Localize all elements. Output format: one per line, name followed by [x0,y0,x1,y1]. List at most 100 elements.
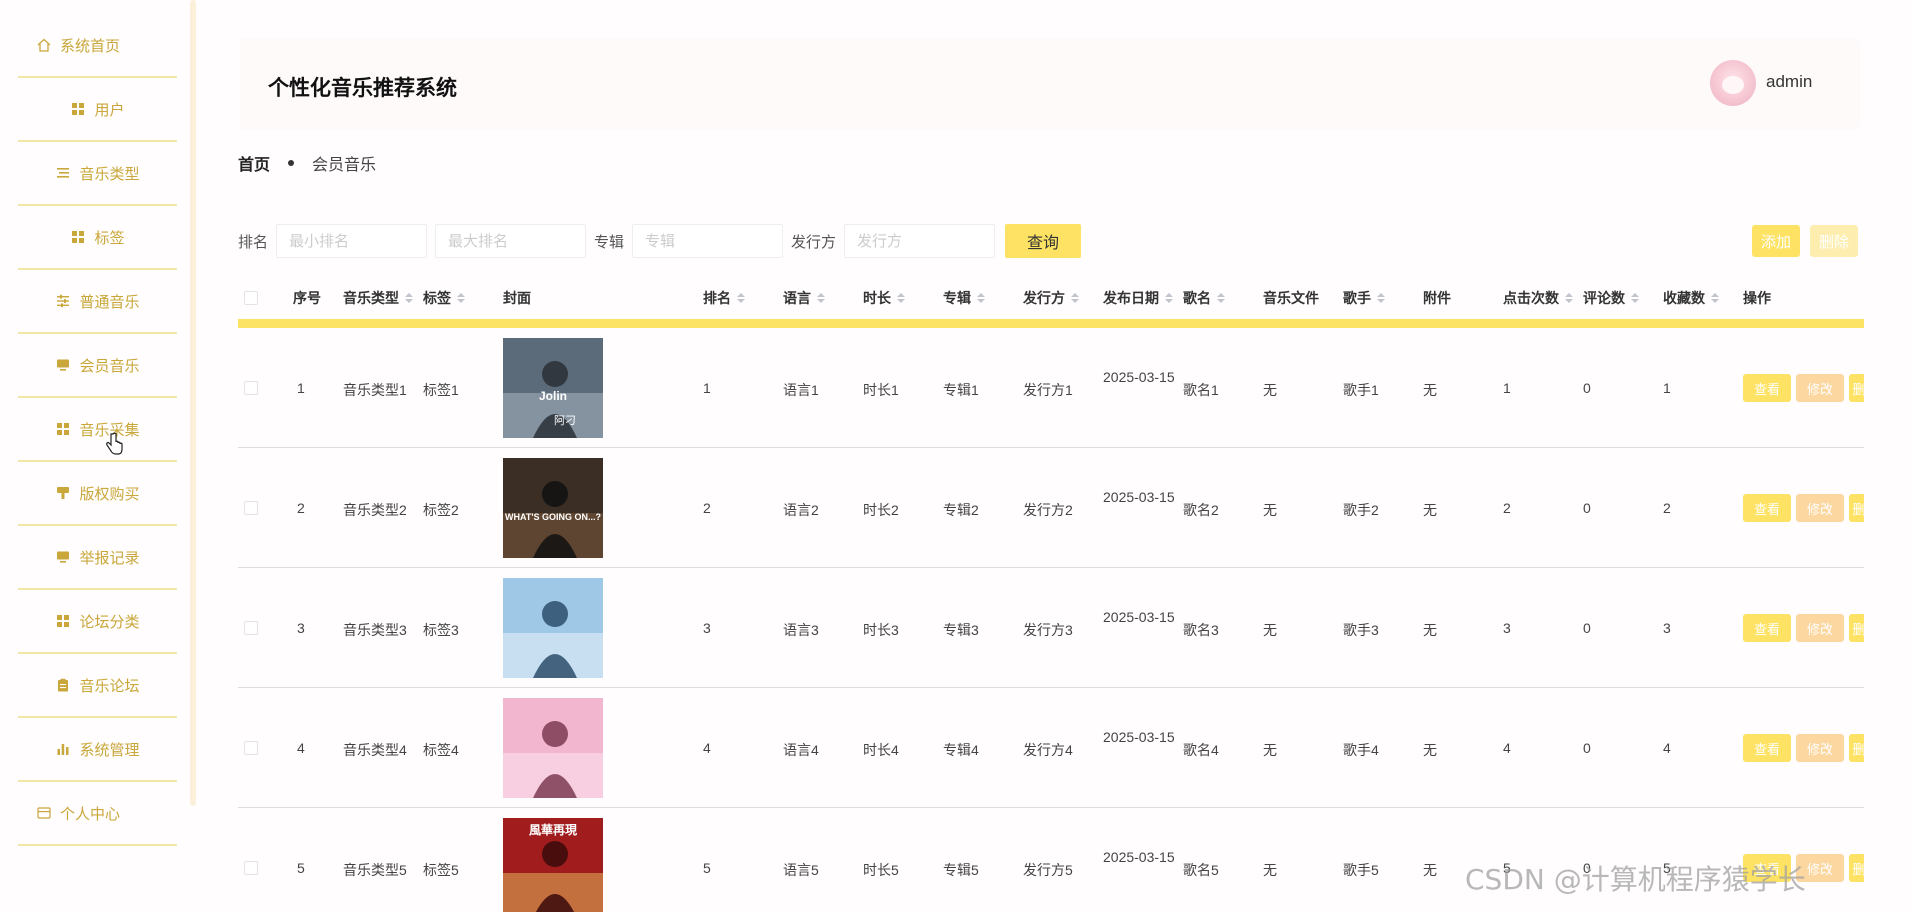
user-name[interactable]: admin [1766,72,1812,92]
cell-duration: 时长3 [863,622,899,638]
edit-button[interactable]: 修改 [1796,374,1844,402]
view-button[interactable]: 查看 [1743,374,1791,402]
sidebar-scrollbar[interactable] [190,0,196,806]
watermark: CSDN @计算机程序猿学长 [1465,863,1806,896]
view-button[interactable]: 查看 [1743,734,1791,762]
rank-label: 排名 [238,233,269,251]
sort-icon[interactable] [457,293,465,303]
cell-rank: 1 [703,380,711,396]
edit-button[interactable]: 修改 [1796,494,1844,522]
album-cover[interactable]: Jolin 阿刁 [503,338,603,438]
delete-row-button[interactable]: 删 [1849,734,1864,762]
header-singer[interactable]: 歌手 [1343,280,1385,316]
header-song[interactable]: 歌名 [1183,280,1225,316]
select-all-checkbox[interactable] [244,291,258,305]
album-cover[interactable]: WHAT'S GOING ON...? [503,458,603,558]
sort-icon[interactable] [977,293,985,303]
sidebar-item-4[interactable]: 普通音乐 [18,270,177,334]
sidebar-item-6[interactable]: 音乐采集 [18,398,177,462]
cell-favorites: 1 [1663,380,1671,396]
sidebar-item-2[interactable]: 音乐类型 [18,142,177,206]
sort-icon[interactable] [1565,293,1573,303]
row-checkbox[interactable] [244,861,258,875]
sidebar-item-12[interactable]: 个人中心 [18,782,177,846]
sort-icon[interactable] [1711,293,1719,303]
header-tag[interactable]: 标签 [423,280,465,316]
cell-index: 3 [297,620,305,636]
edit-button[interactable]: 修改 [1796,734,1844,762]
sort-icon[interactable] [737,293,745,303]
header-language[interactable]: 语言 [783,280,825,316]
row-checkbox[interactable] [244,741,258,755]
top-header: 个性化音乐推荐系统 admin [240,38,1860,130]
view-button[interactable]: 查看 [1743,494,1791,522]
delete-row-button[interactable]: 删 [1849,494,1864,522]
publisher-input[interactable] [844,224,996,258]
view-button[interactable]: 查看 [1743,614,1791,642]
header-label: 发行方 [1023,290,1065,306]
sidebar-item-9[interactable]: 论坛分类 [18,590,177,654]
delete-button[interactable]: 删除 [1810,225,1858,257]
header-favorites[interactable]: 收藏数 [1663,280,1719,316]
avatar[interactable] [1710,60,1756,106]
cell-attachment: 无 [1423,502,1437,518]
table-row: 3 音乐类型3 标签3 3 语言3 时长3 专辑3 发行方3 2025-03-15 歌名3 无 歌手3… [238,568,1864,688]
breadcrumb-home[interactable]: 首页 [238,151,270,175]
delete-row-button[interactable]: 删 [1849,854,1864,882]
header-check[interactable] [244,280,258,316]
cell-album: 专辑4 [943,742,979,758]
cell-language: 语言2 [783,502,819,518]
delete-row-button[interactable]: 删 [1849,614,1864,642]
sidebar-item-3[interactable]: 标签 [18,206,177,270]
album-cover[interactable]: 風華再現 [503,818,603,912]
delete-row-button[interactable]: 删 [1849,374,1864,402]
sidebar-item-0[interactable]: 系统首页 [18,14,177,78]
album-input[interactable] [632,224,784,258]
sidebar-item-8[interactable]: 举报记录 [18,526,177,590]
cell-favorites: 3 [1663,620,1671,636]
header-clicks[interactable]: 点击次数 [1503,280,1573,316]
sidebar-item-5[interactable]: 会员音乐 [18,334,177,398]
album-cover[interactable] [503,698,603,798]
sort-icon[interactable] [1165,293,1173,303]
monitor-icon [55,357,71,373]
header-comments[interactable]: 评论数 [1583,280,1639,316]
cell-index: 4 [297,740,305,756]
sort-icon[interactable] [1631,293,1639,303]
header-duration[interactable]: 时长 [863,280,905,316]
sort-icon[interactable] [1071,293,1079,303]
query-button[interactable]: 查询 [1005,224,1082,258]
grid-icon [55,613,71,629]
monitor-icon [55,549,71,565]
add-button[interactable]: 添加 [1752,225,1800,257]
sidebar-item-11[interactable]: 系统管理 [18,718,177,782]
sidebar-item-7[interactable]: 版权购买 [18,462,177,526]
cell-music_file: 无 [1263,382,1277,398]
sidebar-item-1[interactable]: 用户 [18,78,177,142]
sidebar-item-label: 音乐类型 [79,165,140,183]
row-checkbox[interactable] [244,501,258,515]
header-release_date[interactable]: 发布日期 [1103,280,1173,316]
max-rank-input[interactable] [435,224,587,258]
sidebar-item-label: 论坛分类 [79,613,140,631]
sidebar-item-10[interactable]: 音乐论坛 [18,654,177,718]
header-album[interactable]: 专辑 [943,280,985,316]
header-rank[interactable]: 排名 [703,280,745,316]
min-rank-input[interactable] [276,224,428,258]
sort-icon[interactable] [1217,293,1225,303]
cell-type: 音乐类型4 [343,742,407,758]
sort-icon[interactable] [1377,293,1385,303]
sidebar-item-label: 音乐论坛 [79,677,140,695]
album-cover[interactable] [503,578,603,678]
row-checkbox[interactable] [244,381,258,395]
sort-icon[interactable] [897,293,905,303]
sort-icon[interactable] [817,293,825,303]
row-checkbox[interactable] [244,621,258,635]
edit-button[interactable]: 修改 [1796,614,1844,642]
header-publisher[interactable]: 发行方 [1023,280,1079,316]
sidebar-item-label: 系统管理 [79,741,140,759]
header-label: 歌名 [1183,290,1211,306]
sort-icon[interactable] [405,293,413,303]
cell-singer: 歌手5 [1343,862,1379,878]
header-type[interactable]: 音乐类型 [343,280,413,316]
